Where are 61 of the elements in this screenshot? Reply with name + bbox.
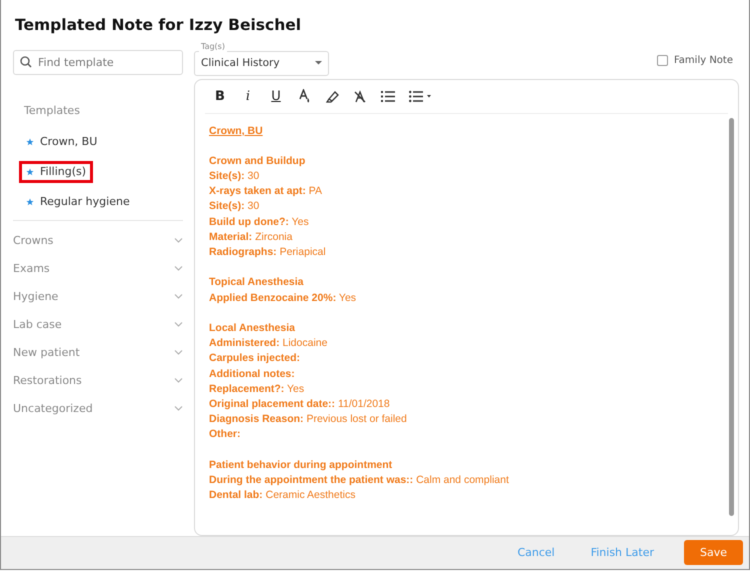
chevron-icon bbox=[174, 349, 183, 356]
section-heading: Templates bbox=[24, 104, 81, 118]
italic-button[interactable]: i bbox=[237, 85, 259, 108]
note-field: Dental lab: Ceramic Aesthetics bbox=[209, 489, 356, 502]
search-icon bbox=[20, 56, 32, 68]
note-field: During the appointment the patient was:: Calm and compliant bbox=[209, 474, 509, 486]
note-field: X-rays taken at apt: PA bbox=[209, 185, 322, 198]
font-color-icon bbox=[298, 89, 310, 104]
note-title: Crown, BU bbox=[209, 124, 263, 137]
note-field: Applied Benzocaine 20%: Yes bbox=[209, 292, 356, 304]
category-item[interactable]: Uncategorized bbox=[13, 394, 183, 423]
note-field: Administered: Lidocaine bbox=[209, 337, 328, 350]
underline-button[interactable]: U bbox=[265, 85, 287, 108]
note-heading: Local Anesthesia bbox=[209, 322, 295, 334]
star-icon bbox=[26, 168, 34, 176]
category-item[interactable]: Hygiene bbox=[13, 282, 183, 311]
scrollbar[interactable] bbox=[729, 118, 734, 516]
bullet-list-icon bbox=[409, 90, 431, 103]
note-field: Site(s): 30 bbox=[209, 200, 260, 212]
category-item[interactable]: New patient bbox=[13, 338, 183, 367]
note-field: Original placement date:: 11/01/2018 bbox=[209, 398, 390, 410]
note-field: Carpules injected: bbox=[209, 352, 300, 364]
note-field: Build up done?: Yes bbox=[209, 216, 309, 228]
dialog-title: Templated Note for Izzy Beischel bbox=[14, 15, 302, 36]
chevron-icon bbox=[174, 405, 183, 412]
note-field: Site(s): 30 bbox=[209, 170, 260, 182]
search-field[interactable]: Find template bbox=[13, 50, 183, 75]
checkbox[interactable] bbox=[656, 54, 668, 66]
highlighter-icon bbox=[326, 90, 338, 103]
chevron-icon bbox=[174, 377, 183, 384]
footer-link[interactable]: Cancel bbox=[499, 542, 573, 564]
template-item[interactable]: Filling(s) bbox=[19, 160, 94, 183]
chevron-icon bbox=[174, 293, 183, 300]
category-item[interactable]: Exams bbox=[13, 254, 183, 283]
chevron-icon bbox=[174, 237, 183, 244]
footer-link[interactable]: Finish Later bbox=[572, 542, 672, 564]
note-field: Additional notes: bbox=[209, 368, 295, 380]
category-item[interactable]: Lab case bbox=[13, 310, 183, 339]
star-icon bbox=[26, 198, 34, 206]
category-item[interactable]: Restorations bbox=[13, 366, 183, 395]
numbered-list-icon bbox=[381, 90, 395, 103]
note-field: Replacement?: Yes bbox=[209, 382, 304, 395]
note-heading: Patient behavior during appointment bbox=[209, 458, 392, 471]
note-heading: Topical Anesthesia bbox=[209, 276, 304, 288]
category-item[interactable]: Crowns bbox=[13, 226, 183, 255]
template-item[interactable]: Regular hygiene bbox=[19, 190, 137, 213]
note-field: Diagnosis Reason: Previous lost or failed bbox=[209, 413, 407, 426]
note-heading: Crown and Buildup bbox=[209, 154, 306, 167]
template-item[interactable]: Crown, BU bbox=[19, 130, 104, 153]
star-icon bbox=[26, 138, 34, 146]
save-button[interactable]: Save bbox=[684, 540, 743, 566]
chevron-icon bbox=[174, 265, 183, 272]
bold-button[interactable]: B bbox=[209, 85, 231, 108]
note-field: Other: bbox=[209, 428, 240, 440]
chevron-icon bbox=[174, 321, 183, 328]
checkbox-label: Family Note bbox=[674, 54, 733, 66]
note-field: Radiographs: Periapical bbox=[209, 246, 326, 258]
clear-format-icon bbox=[354, 90, 366, 103]
caret-icon bbox=[315, 61, 322, 66]
note-field: Material: Zirconia bbox=[209, 230, 292, 243]
field-label: Tag(s) bbox=[199, 42, 227, 52]
